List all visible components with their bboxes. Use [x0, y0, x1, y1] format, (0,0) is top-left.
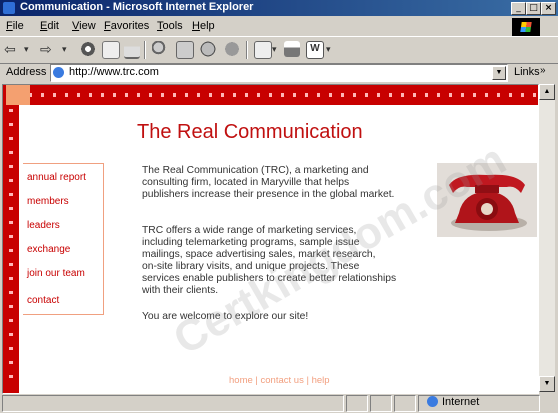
browser-window: Communication - Microsoft Internet Explo… [0, 0, 558, 413]
scroll-up-button[interactable]: ▲ [539, 84, 555, 100]
left-strip [3, 105, 19, 393]
nav-members[interactable]: members [27, 196, 69, 207]
media-icon[interactable] [224, 41, 240, 57]
footer-contact-link[interactable]: contact us [261, 375, 304, 386]
toolbar-separator [246, 41, 248, 59]
minimize-button[interactable]: _ [511, 2, 526, 15]
mail-dropdown-icon[interactable]: ▾ [272, 40, 277, 60]
text-line: on-site library visits, and unique proje… [142, 261, 360, 272]
nav-contact[interactable]: contact [27, 295, 59, 306]
menu-file[interactable]: File [6, 20, 24, 32]
back-button[interactable]: ⇦ [4, 40, 16, 60]
left-nav: annual report members leaders exchange j… [23, 163, 104, 315]
vertical-scrollbar[interactable]: ▲ ▼ [539, 84, 555, 392]
refresh-icon[interactable] [102, 41, 120, 59]
edit-dropdown-icon[interactable]: ▾ [326, 40, 331, 60]
status-cell [346, 395, 368, 412]
status-cell [394, 395, 416, 412]
menu-help[interactable]: Help [192, 20, 215, 32]
scroll-down-button[interactable]: ▼ [539, 376, 555, 392]
text-line: with their clients. [142, 285, 219, 296]
services-paragraph: TRC offers a wide range of marketing ser… [142, 225, 396, 297]
back-dropdown-icon[interactable]: ▾ [24, 40, 29, 60]
address-label: Address [6, 66, 47, 78]
footer-links: home | contact us | help [229, 375, 330, 386]
stop-icon[interactable] [80, 41, 96, 57]
standard-toolbar: ⇦ ▾ ⇨ ▾ ▾ W ▾ [0, 36, 558, 64]
menu-favorites[interactable]: Favorites [104, 20, 149, 32]
status-cell [370, 395, 392, 412]
address-url[interactable]: http://www.trc.com [69, 66, 159, 78]
ie-icon [3, 2, 15, 14]
address-dropdown-button[interactable]: ▼ [492, 66, 506, 80]
menu-edit[interactable]: Edit [40, 20, 59, 32]
menu-bar: File Edit View Favorites Tools Help [0, 17, 558, 35]
mail-icon[interactable] [254, 41, 272, 59]
address-input[interactable]: http://www.trc.com ▼ [50, 64, 508, 82]
text-line: publishers increase their presence in th… [142, 189, 395, 200]
search-icon[interactable] [152, 41, 168, 57]
footer-separator: | [252, 375, 261, 386]
globe-icon [427, 396, 438, 407]
nav-exchange[interactable]: exchange [27, 244, 70, 255]
page-title: The Real Communication [137, 121, 363, 143]
footer-separator: | [303, 375, 312, 386]
nav-annual-report[interactable]: annual report [27, 172, 86, 183]
security-zone: Internet [442, 396, 480, 408]
history-icon[interactable] [200, 41, 216, 57]
text-line: services enable publishers to create bet… [142, 273, 397, 284]
address-bar: Address http://www.trc.com ▼ Links » [0, 63, 558, 83]
toolbar-separator [144, 41, 146, 59]
edit-icon[interactable]: W [306, 41, 324, 59]
maximize-button[interactable]: □ [526, 2, 541, 15]
telephone-image [437, 163, 537, 237]
menu-tools[interactable]: Tools [157, 20, 183, 32]
intro-paragraph: The Real Communication (TRC), a marketin… [142, 165, 394, 201]
windows-logo-icon [512, 18, 540, 36]
forward-button[interactable]: ⇨ [40, 40, 52, 60]
footer-help-link[interactable]: help [312, 375, 330, 386]
close-button[interactable]: × [541, 2, 556, 15]
text-line: TRC offers a wide range of marketing ser… [142, 225, 357, 236]
page-icon [53, 67, 64, 78]
nav-join-our-team[interactable]: join our team [27, 268, 85, 279]
corner-block [6, 85, 30, 105]
window-title: Communication - Microsoft Internet Explo… [20, 1, 254, 13]
title-bar[interactable]: Communication - Microsoft Internet Explo… [0, 0, 558, 16]
home-icon[interactable] [124, 41, 140, 59]
links-button[interactable]: Links [514, 66, 540, 78]
telephone-icon [437, 163, 537, 237]
welcome-text: You are welcome to explore our site! [142, 311, 309, 322]
forward-dropdown-icon[interactable]: ▾ [62, 40, 67, 60]
print-icon[interactable] [284, 41, 300, 57]
text-line: consulting firm, located in Maryville th… [142, 177, 350, 188]
nav-leaders[interactable]: leaders [27, 220, 60, 231]
footer-home-link[interactable]: home [229, 375, 253, 386]
text-line: The Real Communication (TRC), a marketin… [142, 165, 369, 176]
status-message [2, 395, 344, 412]
links-chevron-icon[interactable]: » [540, 65, 546, 76]
text-line: mailings, space advertising sales, marke… [142, 249, 376, 260]
menu-view[interactable]: View [72, 20, 96, 32]
page-viewport: The Real Communication annual report mem… [2, 84, 539, 394]
text-line: including telemarketing programs, sample… [142, 237, 360, 248]
favorites-icon[interactable] [176, 41, 194, 59]
header-strip [3, 85, 538, 105]
